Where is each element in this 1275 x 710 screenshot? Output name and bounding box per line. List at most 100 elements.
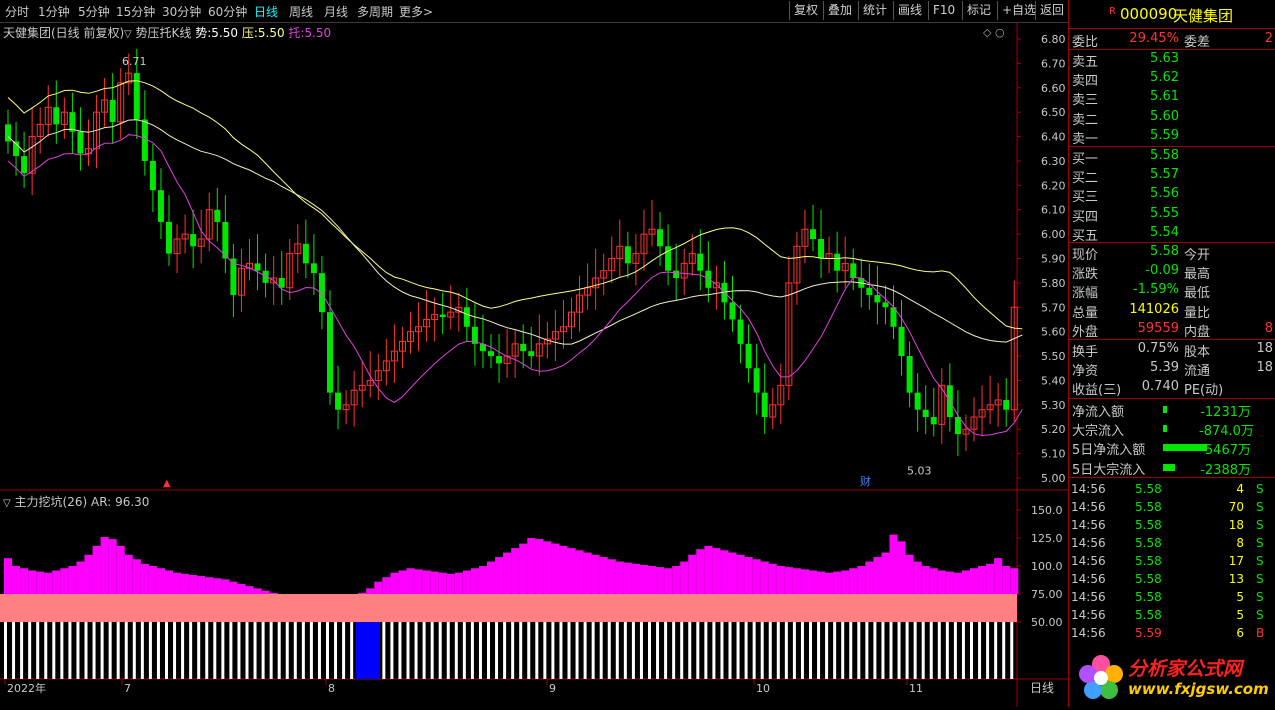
toolbar-button-0[interactable]: 复权 [789,1,822,20]
magenta-bar [205,577,214,594]
white-stripe [334,622,338,679]
white-stripe [776,622,780,679]
magenta-bar [889,534,898,594]
flow-value: -874.0万 [1199,424,1254,440]
white-stripe [567,622,571,679]
white-stripe [221,622,225,679]
flow-label: 5日大宗流入 [1072,462,1146,478]
white-stripe [817,622,821,679]
tick-side: S [1256,536,1264,550]
indicator-toggle-icon[interactable]: ▽ [124,29,132,40]
date-label: 8 [328,682,335,695]
white-stripe [559,622,563,679]
period-1[interactable]: 1分钟 [38,3,70,20]
magenta-bar [44,572,53,594]
indicator-legend[interactable]: ▽ 势压托K线 势:5.50 压:5.50 托:5.50 [124,24,331,41]
magenta-bar [945,571,954,594]
stat-label: 总量 [1072,305,1099,321]
period-9[interactable]: 多周期 [357,3,393,20]
stat-row: 现价 5.58 今开 [1069,243,1275,263]
tick-row: 14:56 5.58 70 S [1069,499,1275,517]
white-stripe [165,622,168,679]
chart-option-icons[interactable]: ◇ ○ [983,26,1005,39]
candle-body [761,392,768,418]
magenta-bar [591,554,600,594]
period-6[interactable]: 日线 [254,3,278,20]
bid-price: 5.54 [1150,224,1179,240]
white-stripe [519,622,523,679]
white-stripe [978,622,982,679]
price-tick-label: 6.80 [1041,33,1066,46]
flow-row: 5日大宗流入 -2388万 [1069,458,1275,478]
period-8[interactable]: 月线 [324,3,348,20]
magenta-bar [495,557,504,594]
toolbar-button-1[interactable]: 叠加 [823,1,856,20]
white-stripe [229,622,233,679]
sub-tick-label: 75.00 [1031,588,1063,601]
stock-period-title: 天健集团(日线 前复权) [3,26,125,40]
candle-body [882,302,889,308]
weibi-row: 委比 29.45% 委差 2 [1069,30,1275,50]
bid-price: 5.58 [1150,148,1179,163]
magenta-bar [833,571,842,594]
magenta-bar [712,548,721,594]
ask-label: 卖三 [1072,93,1099,109]
toolbar-button-7[interactable]: 返回 [1035,1,1068,20]
r-badge: R [1109,6,1116,17]
tick-volume: 8 [1236,536,1244,550]
toolbar-button-4[interactable]: F10 [928,1,959,20]
magenta-bar [792,568,801,594]
tick-price: 5.58 [1135,590,1162,604]
period-4[interactable]: 30分钟 [162,3,201,20]
white-stripe [688,622,692,679]
white-stripe [752,622,756,679]
ask-price: 5.60 [1150,108,1179,124]
tick-price: 5.58 [1135,518,1162,532]
magenta-bar [1002,566,1011,594]
ask-row: 卖一 5.59 [1069,127,1275,147]
magenta-bar [116,545,125,594]
stat-row: 总量 141026 量比 [1069,301,1275,321]
price-tick-label: 6.00 [1041,228,1066,241]
white-stripe [462,622,466,679]
white-stripe [301,622,305,679]
magenta-bar [487,561,496,594]
period-3[interactable]: 15分钟 [116,3,155,20]
stat-value: 0.75% [1137,341,1179,356]
kline-chart[interactable]: 6.80 6.70 6.60 6.50 6.40 6.30 6.20 6.10 6.00 5.90… [0,22,1068,707]
candle-body [657,229,664,247]
magenta-bar [953,572,962,594]
bid-price: 5.56 [1150,186,1179,202]
stat-row: 涨幅 -1.59% 最低 [1069,281,1275,302]
date-label: 9 [549,682,556,695]
indicator-toggle-icon[interactable]: ▽ [3,498,11,509]
tick-price: 5.58 [1135,482,1162,496]
magenta-bar [76,561,85,594]
bid-row: 买五 5.54 [1069,224,1275,244]
tick-price: 5.58 [1135,554,1162,568]
white-stripe [953,622,957,679]
date-label: 10 [756,682,770,695]
toolbar-button-3[interactable]: 画线 [893,1,926,20]
toolbar-button-6[interactable]: +自选 [997,1,1040,20]
period-2[interactable]: 5分钟 [78,3,110,20]
stat-label: 涨幅 [1072,286,1099,302]
sub-indicator-legend[interactable]: ▽ 主力挖坑(26) AR: 96.30 [3,493,149,510]
shi-value: 5.50 [211,26,238,40]
period-7[interactable]: 周线 [289,3,313,20]
period-0[interactable]: 分时 [5,3,29,20]
white-stripe [100,622,104,679]
period-5[interactable]: 60分钟 [208,3,247,20]
watermark-title: 分析家公式网 [1128,658,1243,680]
tick-volume: 4 [1236,482,1244,496]
toolbar-button-5[interactable]: 标记 [962,1,995,20]
bid-row: 买三 5.56 [1069,185,1275,205]
white-stripe [430,622,434,679]
bid-label: 买五 [1072,228,1099,244]
salmon-band [0,594,1017,622]
magenta-bar [994,558,1003,594]
white-stripe [656,622,660,679]
period-10[interactable]: 更多> [399,3,433,20]
bid-row: 买四 5.55 [1069,205,1275,225]
toolbar-button-2[interactable]: 统计 [858,1,891,20]
